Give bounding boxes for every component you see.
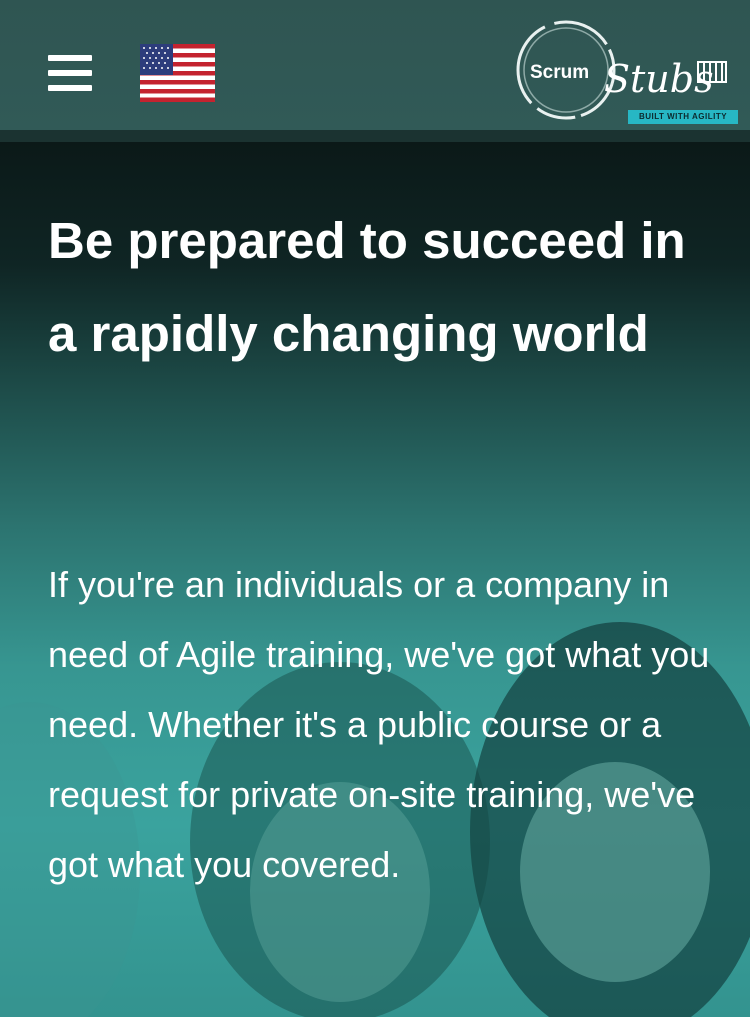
header-divider bbox=[0, 130, 750, 142]
hamburger-menu-icon[interactable] bbox=[48, 55, 92, 91]
menu-bar bbox=[48, 85, 92, 91]
menu-bar bbox=[48, 55, 92, 61]
menu-bar bbox=[48, 70, 92, 76]
us-flag-icon[interactable] bbox=[140, 44, 215, 102]
logo-scrum-text: Scrum bbox=[530, 62, 589, 83]
hero-description: If you're an individuals or a company in… bbox=[48, 564, 710, 885]
logo-tagline: BUILT WITH AGILITY bbox=[628, 110, 738, 124]
hero-section: Be prepared to succeed in a rapidly chan… bbox=[0, 142, 750, 1017]
hero-headline: Be prepared to succeed in a rapidly chan… bbox=[48, 212, 686, 362]
top-nav-bar: Scrum Stubs BUILT WITH AGILITY bbox=[0, 0, 750, 130]
